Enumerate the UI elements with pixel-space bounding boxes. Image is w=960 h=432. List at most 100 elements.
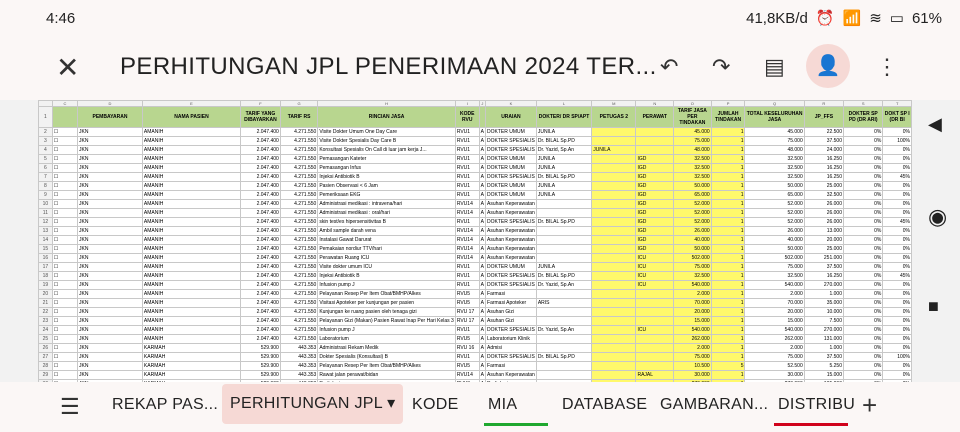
table-row[interactable]: 9 ☐ JKN AMANIH 2.047.400 4.271.550 Pemeriksaan… <box>38 190 912 200</box>
row-checkbox[interactable]: ☐ <box>51 361 79 371</box>
table-cell[interactable]: KARMAH <box>141 352 242 362</box>
table-cell[interactable]: KARMAH <box>141 370 242 380</box>
table-cell[interactable]: 0% <box>882 325 912 335</box>
table-cell[interactable]: RVU14 <box>454 226 480 236</box>
table-cell[interactable]: 45% <box>882 172 912 182</box>
table-cell[interactable] <box>591 163 637 173</box>
table-cell[interactable]: Asuhan Keperawatan <box>485 226 537 236</box>
table-cell[interactable]: 1 <box>710 199 746 209</box>
table-cell[interactable]: 443.353 <box>279 361 319 371</box>
column-header[interactable]: JP_FFS <box>803 106 844 128</box>
table-cell[interactable]: Rawat jalan perawat/bidan <box>317 370 456 380</box>
table-cell[interactable]: JUNILA <box>535 190 593 200</box>
table-cell[interactable]: 0% <box>842 154 884 164</box>
table-cell[interactable]: 4.271.550 <box>279 154 319 164</box>
table-cell[interactable]: Pelayanan Resep Per Item Obat/BMHP/Alkes <box>317 361 456 371</box>
tab-gambaran[interactable]: GAMBARAN... <box>660 396 768 414</box>
table-cell[interactable]: 32.500 <box>744 271 805 281</box>
table-cell[interactable]: 52.000 <box>744 217 805 227</box>
table-cell[interactable]: AMANIH <box>141 226 242 236</box>
table-cell[interactable]: 30.000 <box>673 370 712 380</box>
column-header[interactable]: PETUGAS 2 <box>591 106 637 128</box>
table-cell[interactable] <box>591 235 637 245</box>
table-cell[interactable]: 0% <box>882 298 912 308</box>
table-cell[interactable]: Infusion pump J <box>317 325 456 335</box>
table-cell[interactable]: 270.000 <box>803 325 844 335</box>
table-cell[interactable]: JKN <box>77 307 143 317</box>
row-number[interactable]: 1 <box>38 106 53 128</box>
redo-icon[interactable]: ↷ <box>712 54 730 80</box>
row-checkbox[interactable]: ☐ <box>51 127 79 137</box>
table-cell[interactable]: Asuhan Gizi <box>485 316 537 326</box>
table-row[interactable]: 25 ☐ JKN AMANIH 2.047.400 4.271.550 Laboratori… <box>38 334 912 344</box>
table-cell[interactable]: 0% <box>842 352 884 362</box>
row-number[interactable]: 11 <box>38 208 53 218</box>
table-cell[interactable]: 443.353 <box>279 352 319 362</box>
table-cell[interactable]: AMANIH <box>141 307 242 317</box>
table-cell[interactable]: AMANIH <box>141 262 242 272</box>
table-cell[interactable]: 0% <box>882 361 912 371</box>
table-cell[interactable]: 0% <box>842 208 884 218</box>
table-cell[interactable]: JKN <box>77 199 143 209</box>
row-checkbox[interactable]: ☐ <box>51 352 79 362</box>
table-cell[interactable]: 529.900 <box>240 370 281 380</box>
column-header[interactable]: KODE RVU <box>454 106 480 128</box>
row-number[interactable]: 28 <box>38 361 53 371</box>
table-cell[interactable]: JKN <box>77 136 143 146</box>
table-cell[interactable]: 1.000 <box>803 343 844 353</box>
row-checkbox[interactable]: ☐ <box>51 136 79 146</box>
table-cell[interactable]: KARMAH <box>141 343 242 353</box>
table-cell[interactable]: 0% <box>882 181 912 191</box>
table-cell[interactable]: DOKTER UMUM <box>485 262 537 272</box>
table-cell[interactable]: 32.500 <box>673 271 712 281</box>
row-number[interactable]: 13 <box>38 226 53 236</box>
table-cell[interactable]: skin test/es hipersensitivitas B <box>317 217 456 227</box>
row-number[interactable]: 6 <box>38 163 53 173</box>
table-row[interactable]: 14 ☐ JKN AMANIH 2.047.400 4.271.550 Instalasi … <box>38 235 912 245</box>
table-cell[interactable]: 1 <box>710 280 746 290</box>
table-cell[interactable] <box>591 325 637 335</box>
table-cell[interactable]: 2.047.400 <box>240 208 281 218</box>
table-cell[interactable]: 4.271.550 <box>279 253 319 263</box>
table-cell[interactable]: 32.500 <box>673 154 712 164</box>
table-cell[interactable]: 2.047.400 <box>240 316 281 326</box>
table-cell[interactable]: Pelayanan Gizi (Makan) Pasien Rawat Inap… <box>317 316 456 326</box>
table-cell[interactable]: 4.271.550 <box>279 172 319 182</box>
row-checkbox[interactable]: ☐ <box>51 307 79 317</box>
table-cell[interactable]: 5 <box>710 361 746 371</box>
table-cell[interactable]: RVU14 <box>454 199 480 209</box>
table-cell[interactable]: 75.000 <box>744 262 805 272</box>
table-cell[interactable]: Pemakaian nordiur TTV/hari <box>317 244 456 254</box>
table-cell[interactable]: 0% <box>842 181 884 191</box>
row-number[interactable]: 24 <box>38 325 53 335</box>
table-cell[interactable]: Pelayanan Resep Per Item Obat/BMHP/Alkes <box>317 289 456 299</box>
table-cell[interactable] <box>591 199 637 209</box>
table-cell[interactable]: 22.500 <box>803 127 844 137</box>
table-cell[interactable]: JKN <box>77 298 143 308</box>
table-cell[interactable]: 529.900 <box>240 361 281 371</box>
table-cell[interactable]: AMANIH <box>141 163 242 173</box>
table-cell[interactable]: 26.000 <box>803 199 844 209</box>
table-cell[interactable]: AMANIH <box>141 172 242 182</box>
table-cell[interactable]: 37.500 <box>803 352 844 362</box>
table-cell[interactable]: 2.047.400 <box>240 217 281 227</box>
table-cell[interactable]: 0% <box>842 190 884 200</box>
table-cell[interactable]: JKN <box>77 172 143 182</box>
table-cell[interactable]: 7.500 <box>803 316 844 326</box>
table-cell[interactable]: 4.271.550 <box>279 163 319 173</box>
table-cell[interactable]: 70.000 <box>673 298 712 308</box>
table-cell[interactable] <box>535 253 593 263</box>
table-cell[interactable]: Visite dokter umum ICU <box>317 262 456 272</box>
table-row[interactable]: 18 ☐ JKN AMANIH 2.047.400 4.271.550 Injeksi An… <box>38 271 912 281</box>
table-cell[interactable]: 52.000 <box>673 199 712 209</box>
row-number[interactable]: 21 <box>38 298 53 308</box>
table-cell[interactable]: 40.000 <box>673 235 712 245</box>
table-cell[interactable] <box>591 343 637 353</box>
row-number[interactable]: 9 <box>38 190 53 200</box>
table-cell[interactable]: Pasien Observasi < 6 Jam <box>317 181 456 191</box>
row-number[interactable]: 17 <box>38 262 53 272</box>
table-cell[interactable]: 0% <box>882 244 912 254</box>
table-cell[interactable]: 2.047.400 <box>240 163 281 173</box>
table-cell[interactable]: 52.000 <box>744 199 805 209</box>
record-icon[interactable]: ◉ <box>928 204 947 230</box>
